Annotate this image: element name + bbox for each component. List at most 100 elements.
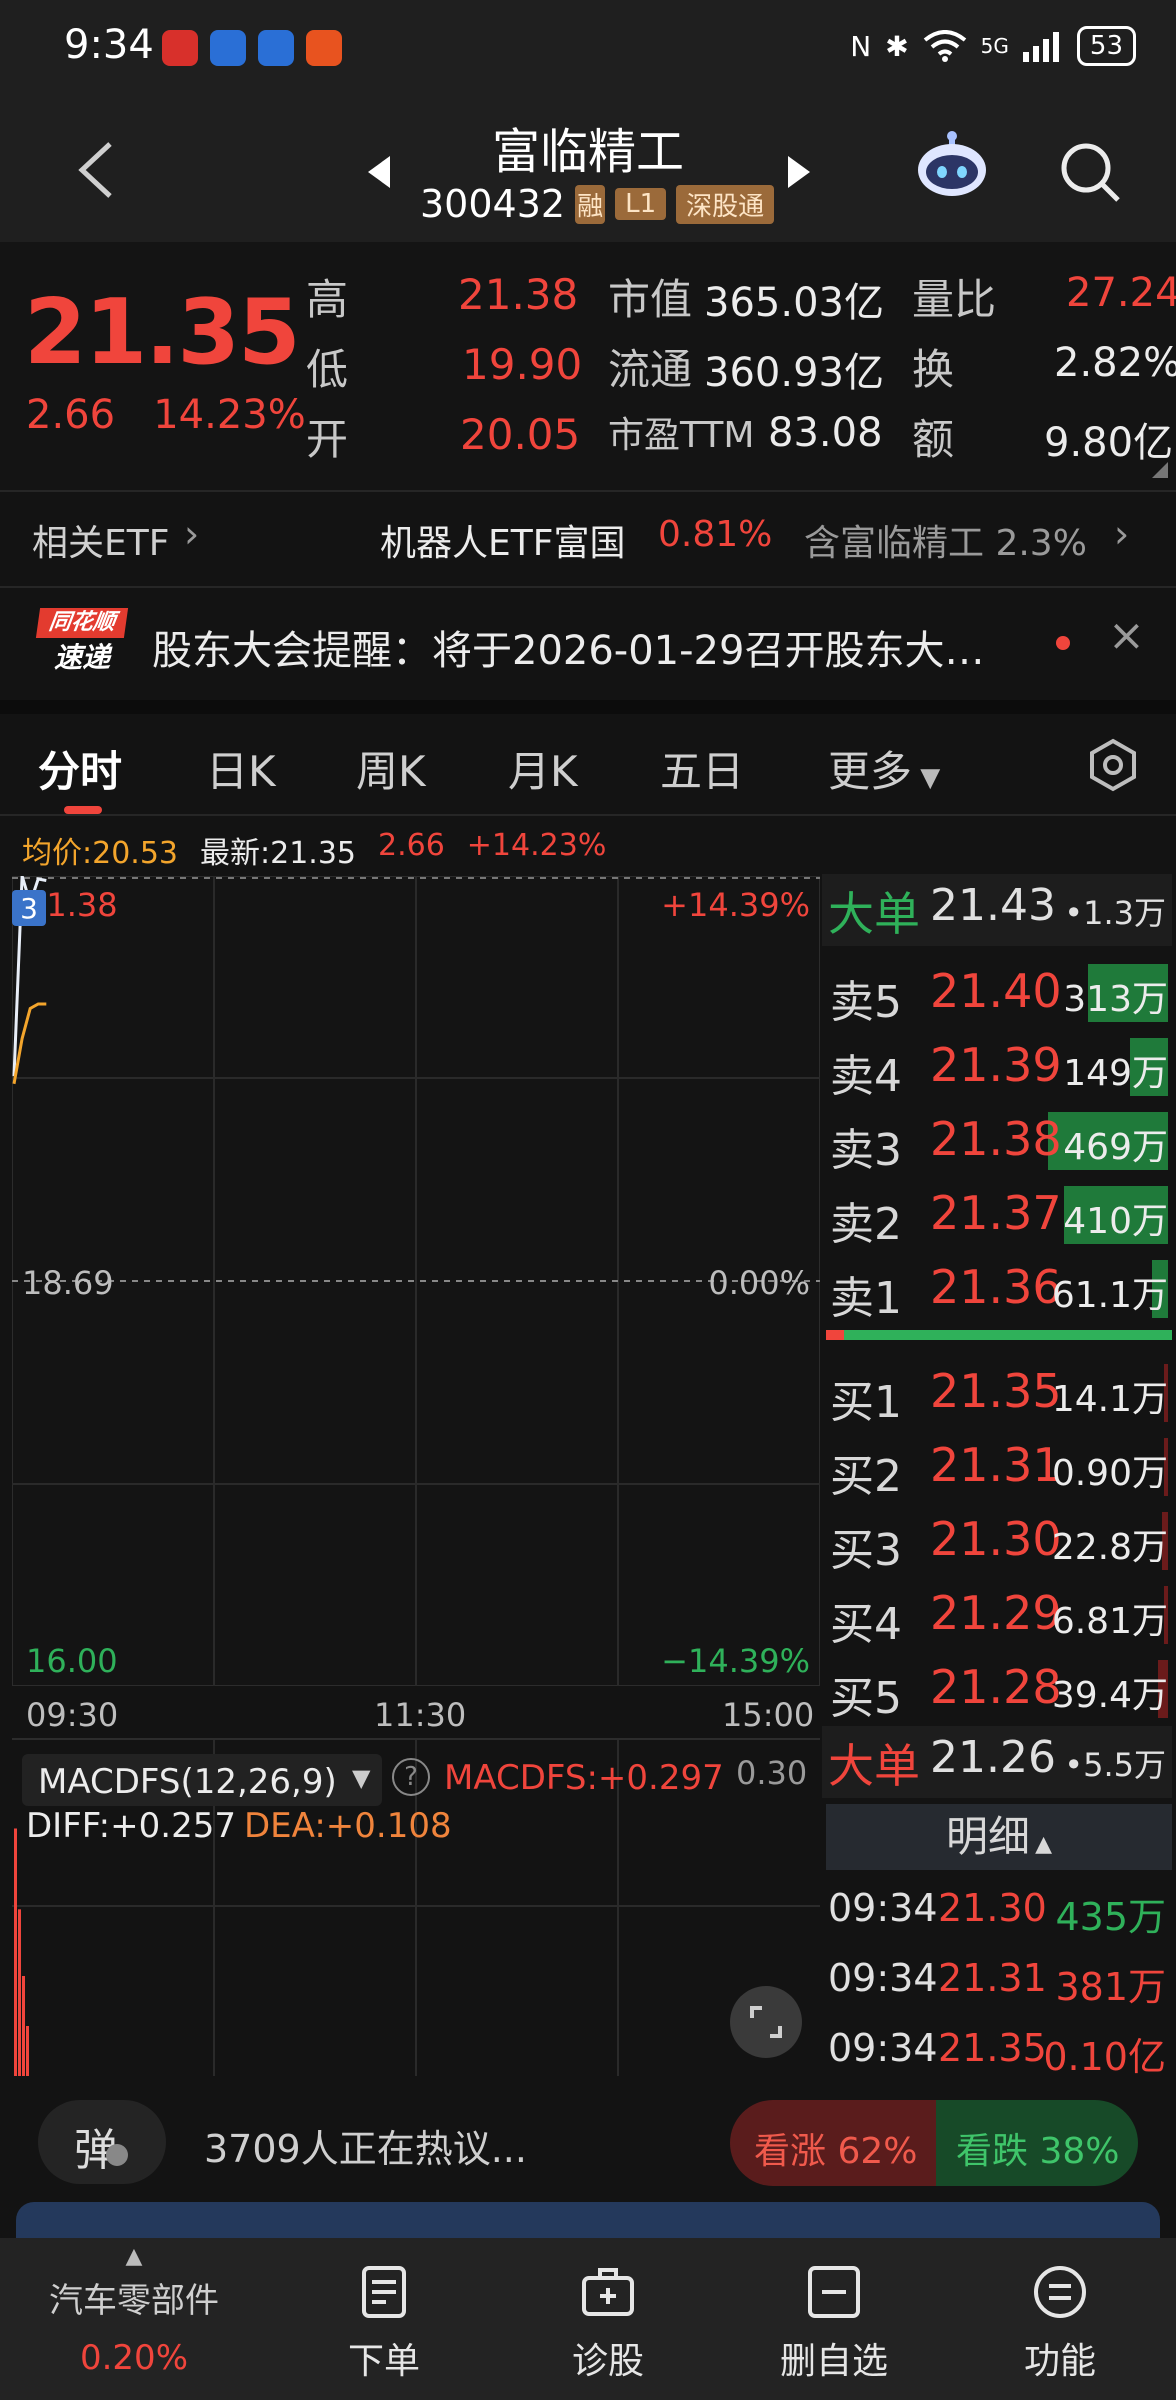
chevron-right-icon: › [1114, 512, 1130, 556]
macd-indicator-name: MACDFS(12,26,9) [38, 1762, 337, 1802]
etf-name: 机器人ETF富国 [380, 523, 626, 564]
expand-corner-icon[interactable] [1150, 460, 1170, 480]
notice-text: 股东大会提醒：将于2026-01-29召开股东大… [152, 628, 985, 674]
battery-icon: 53 [1076, 26, 1136, 66]
ai-assistant-robot-icon[interactable] [914, 130, 990, 200]
stock-subline: 300432 融 L1 深股通 [420, 182, 775, 226]
status-time: 9:34 [64, 22, 154, 68]
related-etf-row[interactable]: 相关ETF › 机器人ETF富国 0.81% 含富临精工 2.3% › [0, 490, 1176, 588]
market-cap-label: 市值 [608, 275, 693, 324]
danmaku-toggle[interactable]: 弹 [38, 2100, 166, 2184]
bid-row-5[interactable]: 买5 21.28 39.4万 [822, 1650, 1172, 1724]
macd-value: MACDFS:+0.297 [444, 1758, 724, 1798]
bid-row-4[interactable]: 买4 21.29 6.81万 [822, 1576, 1172, 1650]
search-icon[interactable] [1058, 140, 1122, 204]
ask-row-5[interactable]: 卖1 21.36 61.1万 [822, 1250, 1172, 1324]
trade-price: 21.31 [938, 1956, 1047, 2000]
bottom-toolbar: ▲ 汽车零部件 0.20% 下单 诊股 删自选 功能 [0, 2238, 1176, 2400]
bid-row-1[interactable]: 买1 21.35 14.1万 [822, 1354, 1172, 1428]
open-label: 开 [306, 415, 349, 464]
ask-row-4[interactable]: 卖2 21.37 410万 [822, 1176, 1172, 1250]
sector-name: 汽车零部件 [49, 2281, 219, 2321]
level-badge: L1 [615, 188, 667, 220]
level-price: 21.30 [930, 1512, 1062, 1566]
bid-row-3[interactable]: 买3 21.30 22.8万 [822, 1502, 1172, 1576]
level-volume: 0.90万 [1051, 1453, 1168, 1494]
tab-monthly-k[interactable]: 月K [508, 738, 578, 799]
macd-bar [22, 1976, 25, 2076]
trade-row: 09:34 21.30 435万 [822, 1874, 1172, 1946]
level-price: 21.39 [930, 1038, 1062, 1092]
intraday-chart[interactable]: 21.38 18.69 16.00 +14.39% 0.00% −14.39% … [12, 876, 820, 1686]
tab-weekly-k[interactable]: 周K [356, 738, 426, 799]
event-marker-label: 3 [20, 892, 38, 925]
status-icons: N ✱ 5G 53 [850, 26, 1136, 66]
medical-kit-icon [582, 2268, 634, 2316]
ask-row-1[interactable]: 卖5 21.40 313万 [822, 954, 1172, 1028]
intraday-info-line: 均价:20.53 最新:21.35 2.66 +14.23% [22, 828, 606, 872]
volume-ratio-value: 27.24 [1066, 270, 1176, 316]
change-percent: 14.23% [153, 392, 306, 438]
section-gap [0, 700, 1176, 714]
trade-detail-header[interactable]: 明细 ▲ [826, 1804, 1172, 1870]
ask-row-3[interactable]: 卖3 21.38 469万 [822, 1102, 1172, 1176]
logo-line2: 速递 [53, 641, 110, 674]
stock-name: 富临精工 [491, 124, 684, 180]
level-label: 卖5 [830, 977, 902, 1028]
help-icon[interactable]: ? [392, 1758, 430, 1796]
bid-row-2[interactable]: 买2 21.31 0.90万 [822, 1428, 1172, 1502]
discussion-count[interactable]: 3709人正在热议... [204, 2118, 527, 2173]
latest-price: 最新:21.35 [200, 836, 356, 871]
level-label: 卖2 [830, 1199, 902, 1250]
level-price: 21.28 [930, 1660, 1062, 1714]
pe-ttm-label: 市盈TTM [608, 415, 755, 456]
dea-value: DEA:+0.108 [244, 1806, 452, 1846]
trade-volume: 0.10亿 [1043, 2035, 1166, 2079]
amount-label: 额 [912, 415, 955, 464]
macd-selector[interactable]: MACDFS(12,26,9) ▼ [22, 1754, 382, 1806]
tab-five-day[interactable]: 五日 [660, 738, 744, 799]
tab-more[interactable]: 更多 ▼ [828, 738, 940, 799]
price-change: 2.66 14.23% [26, 392, 306, 438]
notification-app-icon [210, 30, 246, 66]
next-stock-icon[interactable] [784, 152, 814, 192]
low-value: 19.90 [462, 340, 583, 389]
macd-panel: MACDFS(12,26,9) ▼ ? MACDFS:+0.297 0.30 D… [12, 1738, 820, 2076]
menu-circle-icon [1034, 2266, 1086, 2318]
level-volume: 14.1万 [1051, 1379, 1168, 1420]
bearish-vote[interactable]: 看跌 38% [936, 2100, 1138, 2186]
macd-bar [18, 1909, 21, 2076]
level-price: 21.31 [930, 1438, 1062, 1492]
level-label: 买4 [830, 1599, 902, 1650]
volume-ratio-label: 量比 [912, 275, 997, 324]
ask-row-2[interactable]: 卖4 21.39 149万 [822, 1028, 1172, 1102]
notification-app-icon [162, 30, 198, 66]
level-volume: 469万 [1063, 1127, 1168, 1168]
settings-hexagon-icon[interactable] [1086, 738, 1140, 792]
tab-daily-k[interactable]: 日K [206, 738, 276, 799]
sector-button[interactable]: ▲ 汽车零部件 0.20% [34, 2238, 234, 2378]
close-icon[interactable]: × [1108, 610, 1145, 661]
macd-histogram [14, 1828, 29, 2076]
level-volume: 39.4万 [1051, 1675, 1168, 1716]
place-order-button[interactable]: 下单 [284, 2238, 484, 2384]
functions-button[interactable]: 功能 [960, 2238, 1160, 2384]
remove-watchlist-button[interactable]: 删自选 [734, 2238, 934, 2384]
tab-intraday[interactable]: 分时 [38, 738, 122, 799]
pe-ttm-value: 83.08 [768, 410, 883, 456]
y-tick-bottom: 16.00 [26, 1642, 118, 1680]
bullish-vote[interactable]: 看涨 62% [730, 2100, 940, 2186]
etf-holding: 含富临精工 2.3% [804, 523, 1087, 564]
open-value: 20.05 [460, 410, 581, 459]
news-flash-banner[interactable]: 同花顺 速递 股东大会提醒：将于2026-01-29召开股东大… × [0, 588, 1176, 700]
level-label: 买1 [830, 1377, 902, 1428]
fullscreen-button[interactable] [730, 1986, 802, 2058]
turnover-label: 换 [912, 345, 955, 394]
trade-time: 09:34 [828, 1956, 938, 2000]
bullish-label: 看涨 62% [754, 2131, 918, 2172]
diagnose-button[interactable]: 诊股 [508, 2238, 708, 2384]
market-cap-value: 365.03亿 [704, 280, 884, 326]
last-price: 21.35 [24, 280, 301, 385]
level-price: 21.40 [930, 964, 1062, 1018]
notification-app-icon [306, 30, 342, 66]
